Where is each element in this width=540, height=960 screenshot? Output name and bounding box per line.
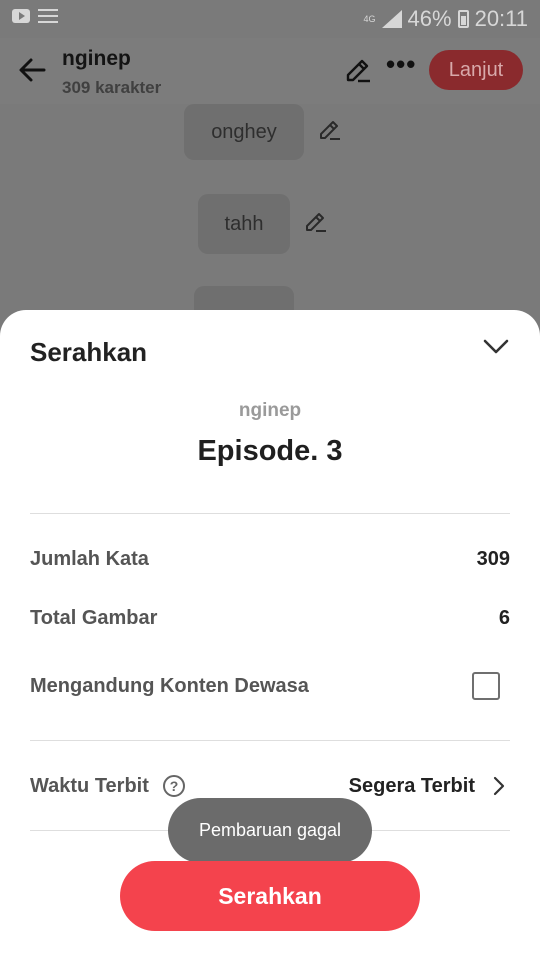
image-total-value: 6 xyxy=(498,607,510,629)
character-count: 309 karakter xyxy=(62,78,162,97)
youtube-icon xyxy=(12,9,30,23)
signal-icon xyxy=(381,10,402,28)
divider xyxy=(30,740,510,741)
clock: 20:11 xyxy=(474,6,528,31)
publish-time-label: Waktu Terbit xyxy=(30,775,149,797)
app-header: nginep 309 karakter ••• Lanjut xyxy=(0,38,540,104)
word-count-value: 309 xyxy=(476,548,510,570)
adult-content-checkbox[interactable] xyxy=(472,672,500,700)
battery-icon xyxy=(457,10,469,28)
help-icon[interactable]: ? xyxy=(163,775,185,797)
status-bar: 4G 46% 20:11 xyxy=(0,0,540,38)
battery-percent: 46% xyxy=(407,6,452,31)
submit-sheet: Serahkan nginep Episode. 3 Jumlah Kata 3… xyxy=(0,310,540,960)
publish-time-value[interactable]: Segera Terbit xyxy=(349,775,475,798)
episode-title: Episode. 3 xyxy=(197,435,343,467)
sheet-title: Serahkan xyxy=(30,337,148,367)
story-name: nginep xyxy=(238,400,302,421)
chevron-down-icon[interactable] xyxy=(482,332,510,360)
next-button[interactable]: Lanjut xyxy=(429,50,523,90)
network-type: 4G xyxy=(363,13,376,24)
divider xyxy=(30,513,510,514)
edit-icon[interactable] xyxy=(344,56,372,84)
submit-button[interactable]: Serahkan xyxy=(120,861,420,931)
content-block: tahh xyxy=(198,194,290,254)
list-icon xyxy=(38,9,58,23)
back-arrow-icon[interactable] xyxy=(16,54,48,86)
image-total-label: Total Gambar xyxy=(30,607,158,629)
word-count-label: Jumlah Kata xyxy=(30,548,149,570)
content-block: onghey xyxy=(184,104,304,160)
toast-message: Pembaruan gagal xyxy=(168,798,372,863)
edit-icon xyxy=(320,121,340,140)
notification-icons xyxy=(12,9,58,23)
story-title: nginep xyxy=(62,47,131,70)
adult-content-label: Mengandung Konten Dewasa xyxy=(30,675,309,697)
status-right: 4G 46% 20:11 xyxy=(364,6,528,32)
chevron-right-icon[interactable] xyxy=(490,775,508,797)
more-options-icon[interactable]: ••• xyxy=(386,51,415,82)
edit-icon xyxy=(306,213,326,232)
